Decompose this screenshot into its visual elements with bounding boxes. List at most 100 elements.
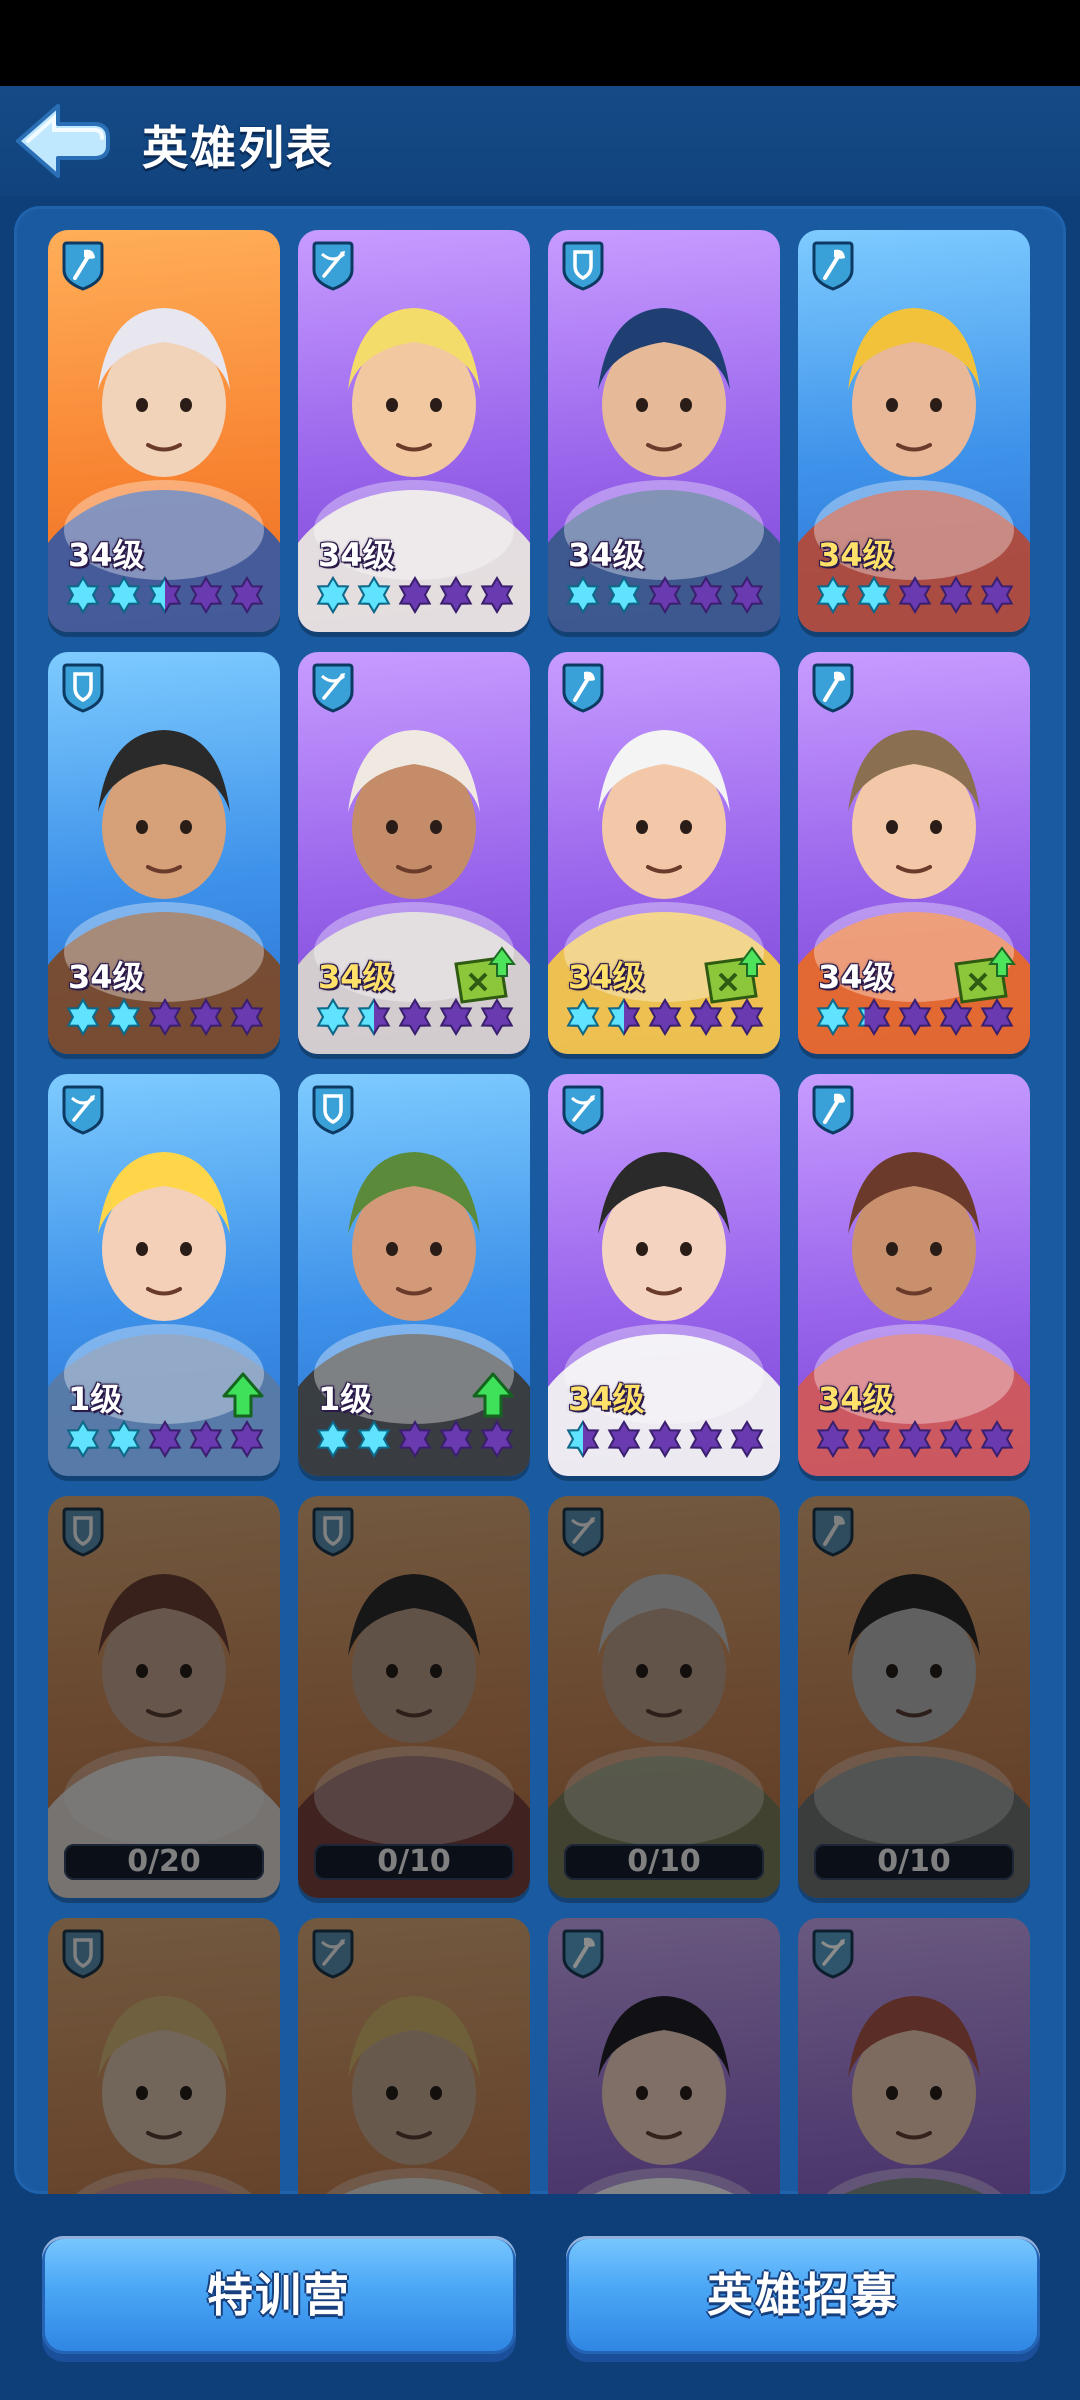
star-empty-icon (857, 1420, 891, 1458)
hero-recruit-label: 英雄招募 (707, 2268, 899, 2322)
star-empty-icon (939, 576, 973, 614)
hero-level: 34级 (568, 1380, 645, 1418)
page-title: 英雄列表 (142, 121, 334, 175)
axe-role-icon (560, 1928, 606, 1980)
shield-role-icon (60, 662, 106, 714)
crossbow-role-icon (60, 1084, 106, 1136)
star-empty-icon (148, 998, 182, 1036)
star-filled-icon (607, 576, 641, 614)
hero-card[interactable]: 34级 (548, 230, 780, 632)
axe-role-icon (810, 1084, 856, 1136)
star-empty-icon (607, 1420, 641, 1458)
star-rating (564, 1420, 774, 1460)
hero-card[interactable]: 34级 (548, 1074, 780, 1476)
axe-role-icon (560, 662, 606, 714)
hero-card[interactable]: 34级 (798, 230, 1030, 632)
upgrade-book-icon[interactable] (700, 944, 770, 1010)
star-empty-icon (689, 1420, 723, 1458)
star-empty-icon (689, 576, 723, 614)
crossbow-role-icon (560, 1506, 606, 1558)
star-rating (64, 1420, 274, 1460)
axe-role-icon (810, 1506, 856, 1558)
star-filled-icon (107, 1420, 141, 1458)
hero-level: 34级 (318, 536, 395, 574)
star-rating (314, 1420, 524, 1460)
hero-level: 1级 (318, 1380, 373, 1418)
level-up-arrow-icon (222, 1372, 264, 1418)
star-filled-icon (566, 576, 600, 614)
star-filled-icon (566, 998, 600, 1036)
hero-card[interactable] (548, 1918, 780, 2194)
back-button[interactable] (14, 100, 112, 182)
hero-card[interactable] (48, 1918, 280, 2194)
star-empty-icon (939, 1420, 973, 1458)
hero-card[interactable]: 34级 (548, 652, 780, 1054)
star-empty-icon (898, 576, 932, 614)
hero-level: 34级 (818, 958, 895, 996)
hero-level: 34级 (568, 536, 645, 574)
back-arrow-icon (16, 104, 110, 178)
shield-role-icon (60, 1506, 106, 1558)
axe-role-icon (60, 240, 106, 292)
star-rating (564, 576, 774, 616)
hero-card[interactable] (298, 1918, 530, 2194)
star-empty-icon (648, 576, 682, 614)
star-empty-icon (148, 1420, 182, 1458)
shield-role-icon (60, 1928, 106, 1980)
crossbow-role-icon (310, 1928, 356, 1980)
training-camp-label: 特训营 (207, 2268, 351, 2322)
star-filled-icon (107, 998, 141, 1036)
star-filled-icon (316, 576, 350, 614)
hero-card[interactable]: 34级 (298, 230, 530, 632)
hero-level: 34级 (818, 536, 895, 574)
star-empty-icon (648, 1420, 682, 1458)
shield-role-icon (310, 1084, 356, 1136)
hero-card[interactable]: 1级 (48, 1074, 280, 1476)
star-empty-icon (480, 576, 514, 614)
hero-card[interactable]: 34级 (298, 652, 530, 1054)
star-filled-icon (107, 576, 141, 614)
hero-level: 34级 (68, 958, 145, 996)
hero-card[interactable]: 0/10 (298, 1496, 530, 1898)
upgrade-book-icon[interactable] (950, 944, 1020, 1010)
hero-level: 34级 (318, 958, 395, 996)
shard-progress: 0/20 (64, 1844, 264, 1880)
star-partial-icon (566, 1420, 600, 1458)
star-filled-icon (857, 576, 891, 614)
star-partial-icon (607, 998, 641, 1036)
hero-recruit-button[interactable]: 英雄招募 (566, 2236, 1040, 2354)
hero-card[interactable] (798, 1918, 1030, 2194)
star-rating (64, 998, 274, 1038)
star-empty-icon (439, 576, 473, 614)
hero-level: 34级 (818, 1380, 895, 1418)
star-empty-icon (189, 576, 223, 614)
hero-card[interactable]: 1级 (298, 1074, 530, 1476)
star-empty-icon (398, 1420, 432, 1458)
hero-card[interactable]: 0/10 (548, 1496, 780, 1898)
shard-progress: 0/10 (814, 1844, 1014, 1880)
hero-card[interactable]: 0/20 (48, 1496, 280, 1898)
crossbow-role-icon (310, 240, 356, 292)
shard-progress: 0/10 (314, 1844, 514, 1880)
star-empty-icon (480, 1420, 514, 1458)
upgrade-book-icon[interactable] (450, 944, 520, 1010)
hero-card[interactable]: 0/10 (798, 1496, 1030, 1898)
hero-level: 34级 (68, 536, 145, 574)
star-empty-icon (730, 576, 764, 614)
star-empty-icon (980, 1420, 1014, 1458)
star-rating (814, 1420, 1024, 1460)
axe-role-icon (810, 240, 856, 292)
hero-card[interactable]: 34级 (48, 230, 280, 632)
star-empty-icon (898, 998, 932, 1036)
hero-card[interactable]: 34级 (48, 652, 280, 1054)
crossbow-role-icon (310, 662, 356, 714)
hero-level: 34级 (568, 958, 645, 996)
shield-role-icon (560, 240, 606, 292)
hero-card[interactable]: 34级 (798, 1074, 1030, 1476)
hero-card[interactable]: 34级 (798, 652, 1030, 1054)
star-empty-icon (898, 1420, 932, 1458)
star-empty-icon (816, 1420, 850, 1458)
star-partial-icon (148, 576, 182, 614)
shield-role-icon (310, 1506, 356, 1558)
training-camp-button[interactable]: 特训营 (42, 2236, 516, 2354)
